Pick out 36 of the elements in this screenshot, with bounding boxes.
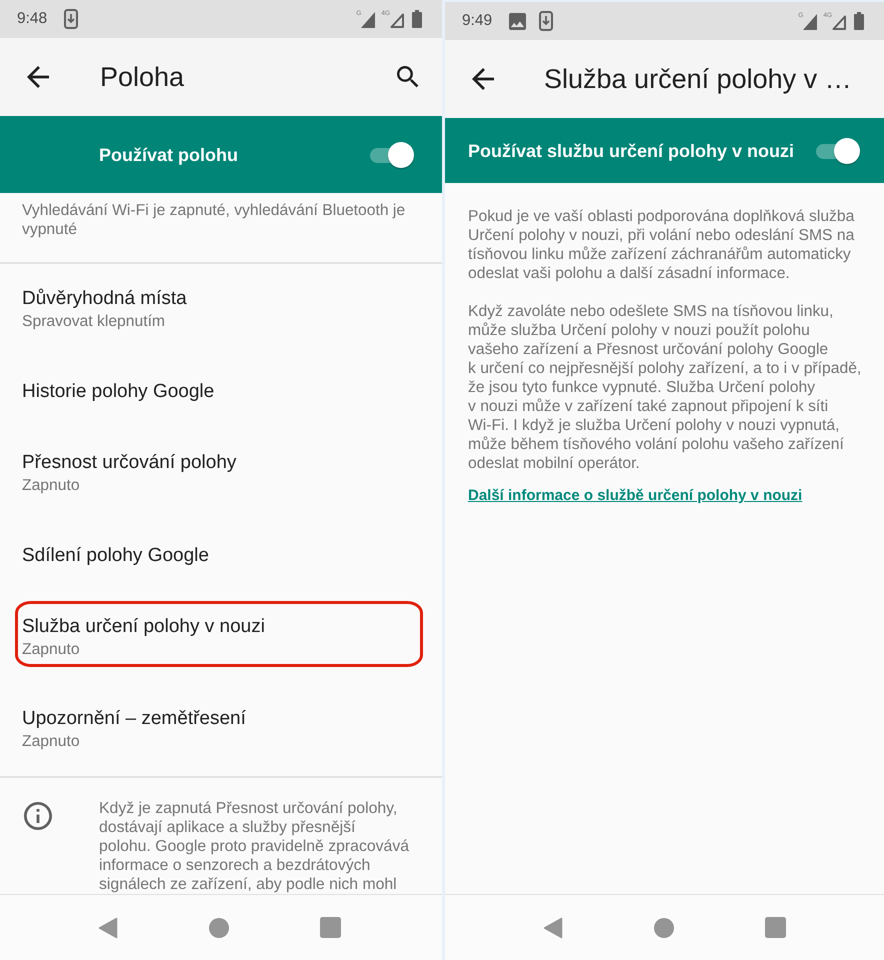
setting-summary: Zapnuto [22,476,80,496]
back-icon[interactable] [543,916,563,938]
status-time: 9:48 [17,9,48,29]
screen-title: Služba určení polohy v … [544,63,853,96]
description-paragraph: Pokud je ve vaší oblasti podporována doplňková služba Určení polohy v nouzi, při volání nebo odeslání SMS na tísňovou linku může zařízení záchranářům automaticky odeslat vaši polohu a další zásadní informace. [468,207,856,283]
back-arrow-icon[interactable] [27,66,49,88]
home-icon[interactable] [209,918,229,938]
battery-icon [412,10,422,28]
info-icon [24,802,52,830]
setting-summary: Zapnuto [22,640,80,660]
home-icon[interactable] [654,918,674,938]
setting-summary: Zapnuto [22,732,80,752]
setting-title[interactable]: Historie polohy Google [22,380,214,404]
setting-title[interactable]: Přesnost určování polohy [22,451,236,475]
description-paragraph: Když zavoláte nebo odešlete SMS na tísňovou linku, může služba Určení polohy v nouzi použít polohu vašeho zařízení a Přesnost určování polohy Google k určení co nejpřesnější polohy zařízení, a to i v případě, že jsou tyto funkce vypnuté. Služba Určení polohy v nouzi může v zařízení také zapnout připojení k síti Wi-Fi. I když je služba Určení polohy v nouzi vypnutá, může během tísňového volání polohu vašeho zařízení odeslat mobilní operátor. [468,302,862,473]
switch-label: Používat polohu [99,144,239,166]
setting-title[interactable]: Upozornění – zemětřesení [22,707,246,731]
setting-summary: Spravovat klepnutím [22,312,166,332]
learn-more-link[interactable]: Další informace o službě určení polohy v nouzi [468,486,802,506]
download-notification-icon [64,9,78,29]
setting-title[interactable]: Sdílení polohy Google [22,544,209,568]
status-time: 9:49 [462,11,492,31]
battery-icon [854,12,864,30]
setting-title[interactable]: Služba určení polohy v nouzi [22,615,265,639]
setting-title[interactable]: Důvěryhodná místa [22,287,187,311]
screen-title: Poloha [100,61,186,94]
download-notification-icon [539,11,554,31]
back-icon[interactable] [98,916,118,938]
info-text: Když je zapnutá Přesnost určování polohy, dostávají aplikace a služby přesnější polohu. Google proto pravidelně zpracovává informace o senzorech a bezdrátových signálech ze zařízení, aby podle nich mohl [99,799,410,894]
toggle-switch[interactable] [368,140,416,170]
back-arrow-icon[interactable] [472,68,494,90]
picture-icon [509,12,526,30]
search-icon[interactable] [397,66,419,88]
switch-label: Používat službu určení polohy v nouzi [468,140,796,162]
scan-summary: Vyhledávání Wi-Fi je zapnuté, vyhledávání Bluetooth je vypnuté [22,201,406,239]
toggle-switch[interactable] [814,136,862,166]
